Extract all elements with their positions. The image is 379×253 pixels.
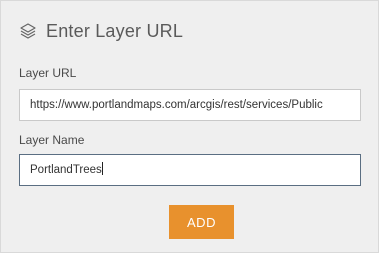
layer-name-label: Layer Name — [19, 133, 85, 147]
enter-layer-url-panel: Enter Layer URL Layer URL https://www.po… — [0, 0, 379, 253]
panel-title: Enter Layer URL — [46, 20, 184, 41]
layer-url-input[interactable]: https://www.portlandmaps.com/arcgis/rest… — [19, 89, 361, 121]
panel-header: Enter Layer URL — [19, 19, 183, 43]
layers-icon — [19, 22, 37, 40]
layer-url-value: https://www.portlandmaps.com/arcgis/rest… — [30, 99, 323, 111]
add-button[interactable]: ADD — [169, 205, 234, 239]
layer-name-input[interactable]: PortlandTrees — [19, 154, 361, 186]
layer-url-label: Layer URL — [19, 66, 77, 80]
text-caret — [101, 162, 103, 175]
layer-name-value: PortlandTrees — [30, 164, 102, 176]
